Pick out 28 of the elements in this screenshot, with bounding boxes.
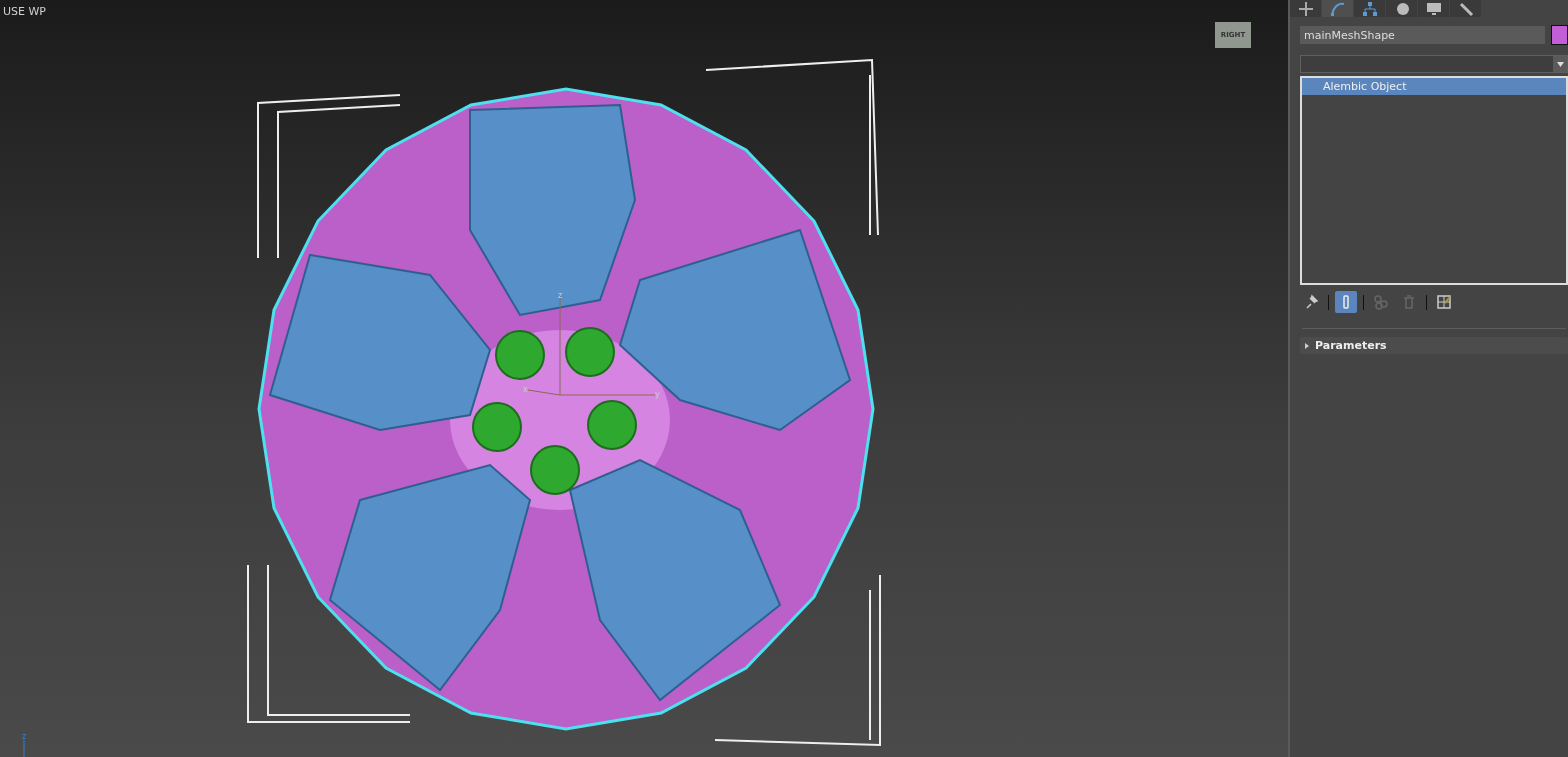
modify-tab[interactable] [1322, 0, 1353, 17]
expand-arrow-icon [1305, 342, 1309, 349]
stack-item[interactable]: Alembic Object [1302, 78, 1566, 95]
hierarchy-icon [1361, 1, 1378, 17]
display-tab[interactable] [1418, 0, 1449, 17]
axis-label: z [22, 732, 27, 741]
rollout-header[interactable]: Parameters [1300, 337, 1568, 354]
grid-icon [1436, 294, 1452, 310]
viewport-label: USE WP [3, 5, 46, 18]
object-name-field[interactable]: mainMeshShape [1300, 26, 1545, 44]
axis-label: x [523, 385, 528, 394]
axis-line [23, 739, 25, 757]
utilities-icon [1457, 1, 1474, 17]
display-icon [1425, 1, 1442, 17]
axis-label: y [655, 390, 660, 399]
trash-icon [1401, 294, 1417, 310]
hierarchy-tab[interactable] [1354, 0, 1385, 17]
create-tab[interactable] [1290, 0, 1321, 17]
rollout-title: Parameters [1315, 339, 1387, 352]
modify-icon [1329, 1, 1346, 17]
motion-tab[interactable] [1386, 0, 1417, 17]
circles-icon [1373, 294, 1389, 310]
create-icon [1297, 1, 1314, 17]
object-color-swatch[interactable] [1551, 25, 1568, 45]
axis-label: z [558, 291, 563, 300]
utilities-tab[interactable] [1450, 0, 1481, 17]
end-result-button[interactable] [1335, 291, 1357, 313]
dropdown-arrow-icon [1556, 61, 1564, 67]
